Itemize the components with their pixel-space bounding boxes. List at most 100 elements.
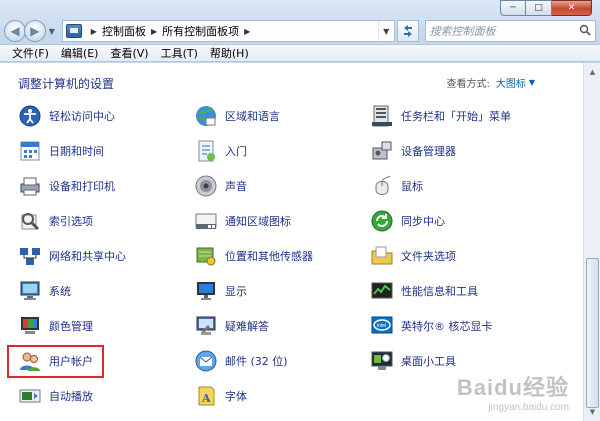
control-panel-item-label[interactable]: 网络和共享中心 <box>49 248 126 264</box>
search-icon[interactable] <box>575 24 595 39</box>
svg-text:A: A <box>201 392 211 405</box>
highlight-box <box>7 345 104 378</box>
control-panel-item-label[interactable]: 区域和语言 <box>225 108 280 124</box>
breadcrumb-item[interactable]: 控制面板 <box>102 23 146 39</box>
control-panel-item-label[interactable]: 桌面小工具 <box>401 353 456 369</box>
control-panel-item-label[interactable]: 文件夹选项 <box>401 248 456 264</box>
control-panel-item-label[interactable]: 任务栏和「开始」菜单 <box>401 108 511 124</box>
control-panel-item[interactable]: 设备和打印机 <box>18 172 115 200</box>
control-panel-item[interactable]: 系统 <box>18 277 71 305</box>
watermark-url: jingyan.baidu.com <box>488 402 569 413</box>
control-panel-item[interactable]: intel 英特尔® 核芯显卡 <box>370 312 493 340</box>
breadcrumb-item[interactable]: 所有控制面板项 <box>162 23 239 39</box>
device-manager-icon <box>370 139 394 163</box>
control-panel-item-label[interactable]: 轻松访问中心 <box>49 108 115 124</box>
control-panel-item[interactable]: 位置和其他传感器 <box>194 242 313 270</box>
watermark: Baidu经验 jingyan.baidu.com <box>457 370 569 413</box>
control-panel-item[interactable]: 疑难解答 <box>194 312 269 340</box>
breadcrumb-separator-icon[interactable]: ▶ <box>91 27 97 36</box>
troubleshooting-icon <box>194 314 218 338</box>
control-panel-item-label[interactable]: 英特尔® 核芯显卡 <box>401 318 493 334</box>
display-icon <box>194 279 218 303</box>
control-panel-item-label[interactable]: 日期和时间 <box>49 143 104 159</box>
scroll-down-icon[interactable]: ▼ <box>585 404 600 420</box>
control-panel-item-label[interactable]: 通知区域图标 <box>225 213 291 229</box>
breadcrumb-separator-icon[interactable]: ▶ <box>244 27 250 36</box>
control-panel-item[interactable]: 鼠标 <box>370 172 423 200</box>
control-panel-item[interactable]: 轻松访问中心 <box>18 102 115 130</box>
control-panel-item[interactable]: 入门 <box>194 137 247 165</box>
breadcrumb-separator-icon[interactable]: ▶ <box>151 27 157 36</box>
refresh-button[interactable] <box>396 20 419 42</box>
page-title: 调整计算机的设置 <box>18 77 115 91</box>
control-panel-item[interactable]: 通知区域图标 <box>194 207 291 235</box>
control-panel-item[interactable]: 任务栏和「开始」菜单 <box>370 102 511 130</box>
mouse-icon <box>370 174 394 198</box>
control-panel-item[interactable]: 显示 <box>194 277 247 305</box>
menu-file[interactable]: 文件(F) <box>6 45 55 61</box>
control-panel-item[interactable]: 邮件 (32 位) <box>194 347 288 375</box>
control-panel-item[interactable]: 颜色管理 <box>18 312 93 340</box>
control-panel-item-label[interactable]: 字体 <box>225 388 247 404</box>
fonts-icon: A <box>194 384 218 408</box>
location-sensors-icon <box>194 244 218 268</box>
control-panel-item-label[interactable]: 入门 <box>225 143 247 159</box>
address-bar[interactable]: ▶ 控制面板 ▶ 所有控制面板项 ▶ ▼ <box>61 20 395 42</box>
menu-tools[interactable]: 工具(T) <box>155 45 204 61</box>
control-panel-item-label[interactable]: 系统 <box>49 283 71 299</box>
menu-help[interactable]: 帮助(H) <box>204 45 255 61</box>
control-panel-item-label[interactable]: 索引选项 <box>49 213 93 229</box>
control-panel-item-label[interactable]: 鼠标 <box>401 178 423 194</box>
scrollbar[interactable]: ▲ ▼ <box>583 63 600 421</box>
back-button[interactable]: ◀ <box>4 20 26 42</box>
sync-center-icon <box>370 209 394 233</box>
recent-pages-dropdown[interactable]: ▼ <box>46 27 58 36</box>
performance-icon <box>370 279 394 303</box>
control-panel-item[interactable]: 自动播放 <box>18 382 93 410</box>
scroll-thumb[interactable] <box>586 258 599 408</box>
control-panel-item[interactable]: 同步中心 <box>370 207 445 235</box>
navigation-bar: ◀ ▶ ▼ ▶ 控制面板 ▶ 所有控制面板项 ▶ ▼ 搜索控制面板 <box>4 20 596 42</box>
maximize-button[interactable]: □ <box>526 0 552 16</box>
control-panel-item-label[interactable]: 设备和打印机 <box>49 178 115 194</box>
control-panel-item-label[interactable]: 设备管理器 <box>401 143 456 159</box>
control-panel-item-label[interactable]: 疑难解答 <box>225 318 269 334</box>
control-panel-item[interactable]: 文件夹选项 <box>370 242 456 270</box>
control-panel-item[interactable]: 日期和时间 <box>18 137 104 165</box>
control-panel-item[interactable]: 网络和共享中心 <box>18 242 126 270</box>
network-sharing-icon <box>18 244 42 268</box>
control-panel-item-label[interactable]: 邮件 (32 位) <box>225 353 288 369</box>
minimize-button[interactable]: ─ <box>500 0 526 16</box>
control-panel-item[interactable]: 声音 <box>194 172 247 200</box>
view-by-selector[interactable]: 大图标 <box>496 75 526 90</box>
folder-options-icon <box>370 244 394 268</box>
close-button[interactable]: ✕ <box>552 0 592 16</box>
refresh-icon <box>403 25 412 37</box>
control-panel-item[interactable]: A 字体 <box>194 382 247 410</box>
date-time-icon <box>18 139 42 163</box>
control-panel-item-label[interactable]: 性能信息和工具 <box>401 283 478 299</box>
control-panel-item-label[interactable]: 显示 <box>225 283 247 299</box>
forward-button[interactable]: ▶ <box>23 20 46 42</box>
control-panel-item-label[interactable]: 自动播放 <box>49 388 93 404</box>
control-panel-item[interactable]: 区域和语言 <box>194 102 280 130</box>
desktop-gadgets-icon <box>370 349 394 373</box>
menu-edit[interactable]: 编辑(E) <box>55 45 105 61</box>
content-pane: 调整计算机的设置 查看方式: 大图标 ▼ 轻松访问中心 区域和语言 任务栏和「开始」… <box>0 63 583 421</box>
color-management-icon <box>18 314 42 338</box>
menu-view[interactable]: 查看(V) <box>104 45 154 61</box>
region-language-icon <box>194 104 218 128</box>
control-panel-item-label[interactable]: 声音 <box>225 178 247 194</box>
chevron-down-icon[interactable]: ▼ <box>529 78 535 87</box>
control-panel-item-label[interactable]: 颜色管理 <box>49 318 93 334</box>
scroll-up-icon[interactable]: ▲ <box>585 64 600 80</box>
control-panel-item[interactable]: 设备管理器 <box>370 137 456 165</box>
control-panel-item[interactable]: 桌面小工具 <box>370 347 456 375</box>
control-panel-item[interactable]: 索引选项 <box>18 207 93 235</box>
control-panel-item[interactable]: 性能信息和工具 <box>370 277 478 305</box>
control-panel-item-label[interactable]: 位置和其他传感器 <box>225 248 313 264</box>
intel-graphics-icon: intel <box>370 314 394 338</box>
address-dropdown-icon[interactable]: ▼ <box>377 21 394 41</box>
control-panel-item-label[interactable]: 同步中心 <box>401 213 445 229</box>
search-input[interactable]: 搜索控制面板 <box>424 20 596 42</box>
